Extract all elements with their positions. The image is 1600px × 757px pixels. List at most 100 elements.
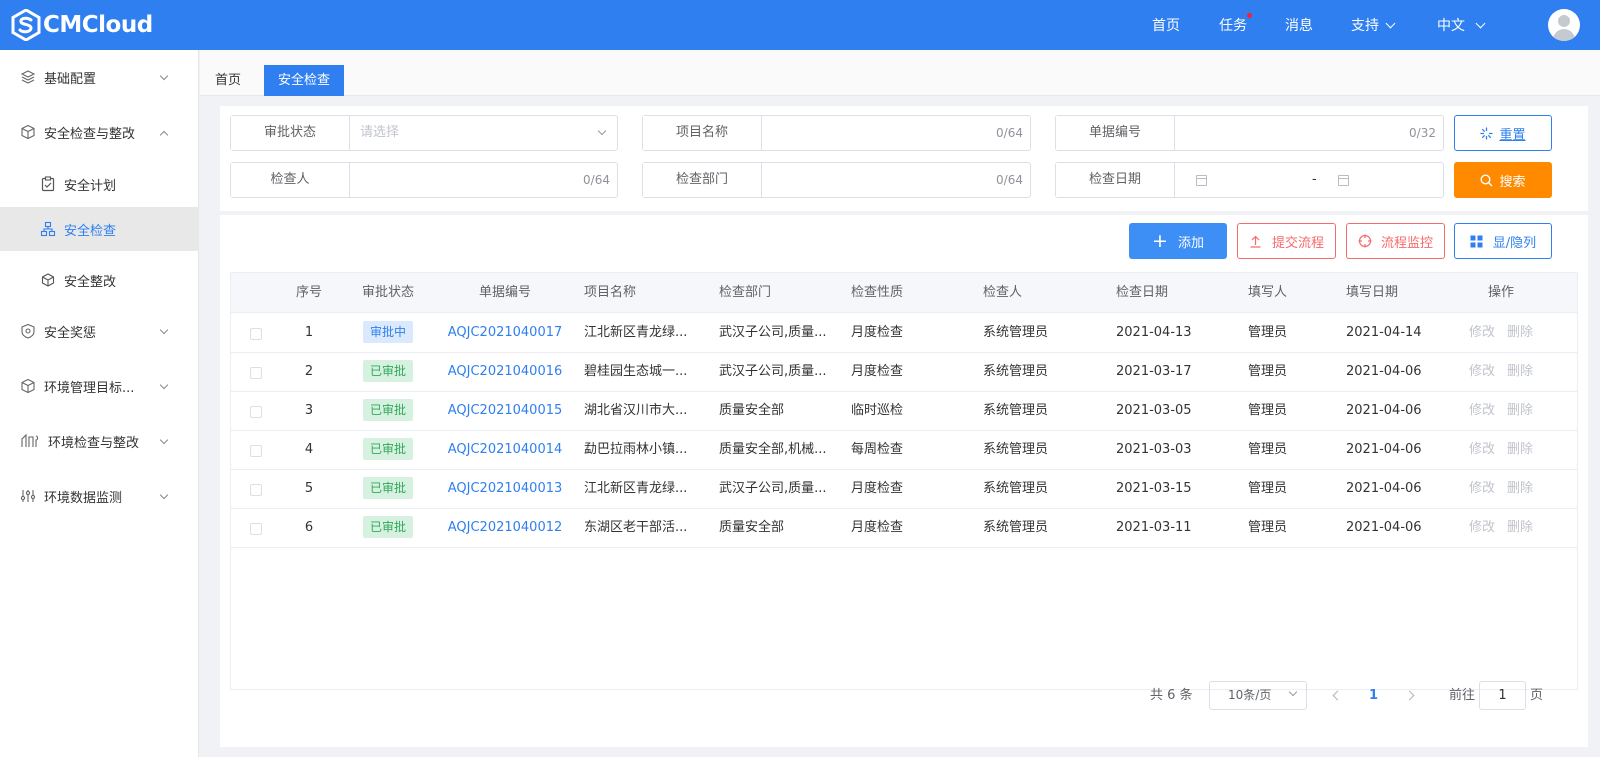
cell-inspector: 系统管理员 xyxy=(983,442,1049,457)
char-count: 0/64 xyxy=(996,173,1023,187)
next-page-icon[interactable] xyxy=(1404,690,1415,701)
cell-nature: 月度检查 xyxy=(851,364,904,379)
edit-button[interactable]: 修改 xyxy=(1469,325,1495,340)
search-button[interactable]: 搜索 xyxy=(1454,162,1552,198)
goto-page-input[interactable]: 1 xyxy=(1479,681,1526,710)
inspector-input[interactable]: 0/64 xyxy=(350,163,617,197)
sidebar-item-label: 安全整改 xyxy=(64,274,117,290)
doc-link[interactable]: AQJC2021040012 xyxy=(446,508,564,547)
box-icon xyxy=(41,273,55,287)
sidebar-item-safety-inspection[interactable]: 安全检查 xyxy=(0,207,199,251)
table-row[interactable]: 4 已审批 AQJC2021040014 勐巴拉雨林小镇... 质量安全部,机械… xyxy=(231,430,1577,470)
col-header: 审批状态 xyxy=(361,285,414,300)
table-row[interactable]: 1 审批中 AQJC2021040017 江北新区青龙绿... 武汉子公司,质量… xyxy=(231,313,1577,353)
dept-input[interactable]: 0/64 xyxy=(762,163,1030,197)
cell-filler: 管理员 xyxy=(1248,520,1288,535)
doc-link[interactable]: AQJC2021040016 xyxy=(446,352,564,391)
sidebar-item-env-check-rectify[interactable]: 环境检查与整改 xyxy=(0,420,199,462)
cell-inspector: 系统管理员 xyxy=(983,364,1049,379)
user-avatar[interactable] xyxy=(1548,9,1580,41)
doc-no-input[interactable]: 0/32 xyxy=(1175,116,1443,150)
reset-button[interactable]: 重置 xyxy=(1454,115,1552,151)
char-count: 0/64 xyxy=(583,173,610,187)
sidebar-item-safety-check-rectify[interactable]: 安全检查与整改 xyxy=(0,111,199,153)
field-label: 审批状态 xyxy=(231,116,350,150)
cmcloud-logo-icon xyxy=(11,9,41,41)
delete-button[interactable]: 删除 xyxy=(1507,481,1533,496)
sidebar-item-safety-rewards[interactable]: 安全奖惩 xyxy=(0,310,199,352)
sidebar-item-label: 安全奖惩 xyxy=(44,325,97,341)
cell-status: 已审批 xyxy=(348,469,428,508)
add-button[interactable]: + 添加 xyxy=(1129,223,1227,259)
sidebar-item-env-monitoring[interactable]: 环境数据监测 xyxy=(0,475,199,517)
row-checkbox[interactable] xyxy=(250,406,262,418)
delete-button[interactable]: 删除 xyxy=(1507,520,1533,535)
cell-filler: 管理员 xyxy=(1248,403,1288,418)
row-checkbox[interactable] xyxy=(250,328,262,340)
project-name-input[interactable]: 0/64 xyxy=(762,116,1030,150)
sidebar-item-safety-plan[interactable]: 安全计划 xyxy=(0,163,199,205)
edit-button[interactable]: 修改 xyxy=(1469,520,1495,535)
delete-button[interactable]: 删除 xyxy=(1507,442,1533,457)
chevron-down-icon xyxy=(1385,18,1396,28)
date-range-picker[interactable]: - xyxy=(1175,163,1443,197)
sidebar-item-env-targets[interactable]: 环境管理目标... xyxy=(0,365,199,407)
delete-button[interactable]: 删除 xyxy=(1507,325,1533,340)
row-checkbox[interactable] xyxy=(250,445,262,457)
row-checkbox[interactable] xyxy=(250,484,262,496)
cell-nature: 临时巡检 xyxy=(851,403,904,418)
edit-button[interactable]: 修改 xyxy=(1469,364,1495,379)
row-checkbox[interactable] xyxy=(250,367,262,379)
toggle-columns-button[interactable]: 显/隐列 xyxy=(1454,223,1552,259)
inspector-field[interactable]: 检查人 0/64 xyxy=(230,162,618,198)
tab-home[interactable]: 首页 xyxy=(201,65,255,96)
approval-status-select[interactable]: 请选择 xyxy=(350,116,617,150)
sidebar-item-safety-rectify[interactable]: 安全整改 xyxy=(0,259,199,301)
shield-icon xyxy=(21,323,35,339)
doc-no-field[interactable]: 单据编号 0/32 xyxy=(1055,115,1444,151)
sidebar-item-label: 安全检查 xyxy=(64,223,117,239)
project-name-field[interactable]: 项目名称 0/64 xyxy=(642,115,1031,151)
doc-link[interactable]: AQJC2021040017 xyxy=(446,313,564,352)
submit-flow-button[interactable]: 提交流程 xyxy=(1237,223,1336,259)
doc-link[interactable]: AQJC2021040015 xyxy=(446,391,564,430)
current-page[interactable]: 1 xyxy=(1369,681,1378,710)
flow-monitor-button[interactable]: 流程监控 xyxy=(1346,223,1445,259)
tab-safety-inspection[interactable]: 安全检查 xyxy=(264,65,345,96)
delete-button[interactable]: 删除 xyxy=(1507,364,1533,379)
nav-language[interactable]: 中文 xyxy=(1437,15,1486,35)
edit-button[interactable]: 修改 xyxy=(1469,403,1495,418)
table-row[interactable]: 5 已审批 AQJC2021040013 江北新区青龙绿... 武汉子公司,质量… xyxy=(231,469,1577,509)
doc-link[interactable]: AQJC2021040014 xyxy=(446,430,564,469)
approval-status-field[interactable]: 审批状态 请选择 xyxy=(230,115,618,151)
nav-tasks[interactable]: 任务 xyxy=(1219,13,1252,35)
brand-logo[interactable]: CMCloud xyxy=(10,9,153,41)
table-row[interactable]: 3 已审批 AQJC2021040015 湖北省汉川市大... 质量安全部 临时… xyxy=(231,391,1577,431)
dept-field[interactable]: 检查部门 0/64 xyxy=(642,162,1031,198)
sidebar-item-label: 环境管理目标... xyxy=(44,380,135,396)
nav-messages[interactable]: 消息 xyxy=(1285,15,1313,35)
row-checkbox[interactable] xyxy=(250,523,262,535)
col-header: 检查人 xyxy=(983,285,1023,300)
edit-button[interactable]: 修改 xyxy=(1469,481,1495,496)
status-badge: 已审批 xyxy=(362,516,413,538)
prev-page-icon[interactable] xyxy=(1332,690,1343,701)
edit-button[interactable]: 修改 xyxy=(1469,442,1495,457)
avatar-head xyxy=(1558,15,1570,27)
table-row[interactable]: 2 已审批 AQJC2021040016 碧桂园生态城一... 武汉子公司,质量… xyxy=(231,352,1577,392)
date-range-field[interactable]: 检查日期 - xyxy=(1055,162,1444,198)
field-label: 检查人 xyxy=(231,163,350,197)
cell-no: 3 xyxy=(304,403,314,418)
cell-date: 2021-03-03 xyxy=(1116,442,1192,457)
sidebar-item-basic-config[interactable]: 基础配置 xyxy=(0,56,199,98)
nav-home[interactable]: 首页 xyxy=(1152,15,1180,35)
cell-dept: 武汉子公司,质量... xyxy=(719,364,827,379)
delete-button[interactable]: 删除 xyxy=(1507,403,1533,418)
char-count: 0/64 xyxy=(996,126,1023,140)
cell-fill-date: 2021-04-06 xyxy=(1346,403,1422,418)
cell-date: 2021-03-15 xyxy=(1116,481,1192,496)
doc-link[interactable]: AQJC2021040013 xyxy=(446,469,564,508)
page-size-select[interactable]: 10条/页 xyxy=(1209,681,1307,710)
nav-support[interactable]: 支持 xyxy=(1351,15,1396,35)
table-row[interactable]: 6 已审批 AQJC2021040012 东湖区老干部活... 质量安全部 月度… xyxy=(231,508,1577,548)
